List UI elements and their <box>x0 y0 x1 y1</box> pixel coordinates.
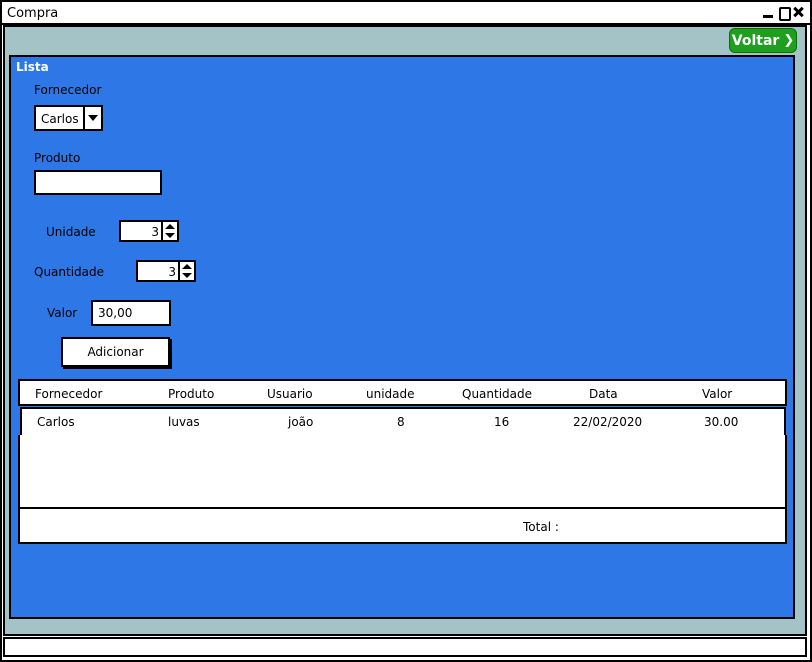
back-button[interactable]: Voltar ❯ <box>729 28 797 53</box>
produto-input[interactable] <box>34 170 162 195</box>
valor-label: Valor <box>47 306 78 320</box>
row-data: 22/02/2020 <box>573 415 643 429</box>
stepper-arrows-icon[interactable] <box>161 222 177 240</box>
stepper-arrows-icon[interactable] <box>178 262 194 280</box>
total-label: Total : <box>523 520 559 534</box>
row-usuario: joão <box>288 415 314 429</box>
chevron-right-icon: ❯ <box>783 33 795 48</box>
status-bar <box>3 637 807 657</box>
fornecedor-select[interactable]: Carlos <box>34 105 103 131</box>
fornecedor-label: Fornecedor <box>34 83 102 97</box>
title-bar: Compra <box>2 2 810 25</box>
row-produto: luvas <box>168 415 200 429</box>
column-header-unidade[interactable]: unidade <box>366 387 415 401</box>
panel-title: Lista <box>16 60 49 74</box>
unidade-label: Unidade <box>46 225 96 239</box>
valor-input-value: 30,00 <box>98 306 133 320</box>
row-quantidade: 16 <box>494 415 510 429</box>
produto-label: Produto <box>34 151 81 165</box>
column-header-valor[interactable]: Valor <box>702 387 732 401</box>
fornecedor-selected-value: Carlos <box>41 112 79 126</box>
back-button-label: Voltar <box>731 32 780 49</box>
table-header: Fornecedor Produto Usuario unidade Quant… <box>18 379 787 406</box>
maximize-icon[interactable] <box>777 5 791 21</box>
row-valor: 30.00 <box>704 415 739 429</box>
add-button[interactable]: Adicionar <box>61 337 170 367</box>
unidade-value: 3 <box>151 225 159 239</box>
minimize-icon[interactable] <box>762 5 774 19</box>
column-header-usuario[interactable]: Usuario <box>267 387 313 401</box>
column-header-fornecedor[interactable]: Fornecedor <box>35 387 102 401</box>
quantidade-stepper[interactable]: 3 <box>136 260 196 282</box>
table-empty-area <box>18 435 787 509</box>
quantidade-label: Quantidade <box>34 265 105 279</box>
table-row[interactable]: Carlos luvas joão 8 16 22/02/2020 30.00 <box>20 407 786 437</box>
window-title: Compra <box>7 6 59 21</box>
close-icon[interactable] <box>792 5 804 19</box>
column-header-quantidade[interactable]: Quantidade <box>462 387 532 401</box>
row-unidade: 8 <box>397 415 405 429</box>
column-header-data[interactable]: Data <box>589 387 618 401</box>
table-footer: Total : <box>18 507 787 544</box>
unidade-stepper[interactable]: 3 <box>119 220 179 242</box>
dropdown-arrow-icon[interactable] <box>83 107 101 129</box>
window-controls <box>762 5 804 21</box>
row-fornecedor: Carlos <box>37 415 75 429</box>
valor-input[interactable]: 30,00 <box>91 300 171 326</box>
column-header-produto[interactable]: Produto <box>168 387 214 401</box>
quantidade-value: 3 <box>168 265 176 279</box>
